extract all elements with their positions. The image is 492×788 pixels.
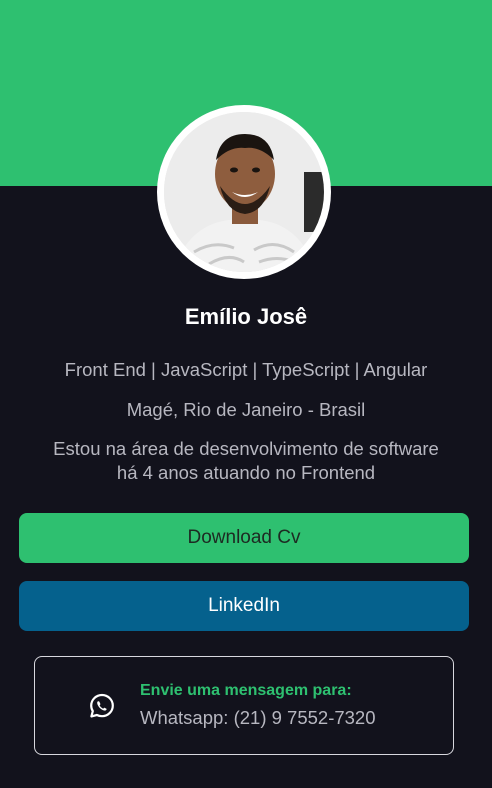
profile-bio-line-2: há 4 anos atuando no Frontend xyxy=(116,462,376,483)
profile-photo xyxy=(164,112,324,272)
profile-roles: Front End | JavaScript | TypeScript | An… xyxy=(64,359,428,380)
whatsapp-title: Envie uma mensagem para: xyxy=(140,682,352,699)
linkedin-button[interactable]: LinkedIn xyxy=(19,581,469,631)
profile-location: Magé, Rio de Janeiro - Brasil xyxy=(126,399,366,420)
profile-name: Emílio Josê xyxy=(184,304,308,329)
profile-bio: Estou na área de desenvolvimento de soft… xyxy=(0,437,492,485)
whatsapp-phone[interactable]: Whatsapp: (21) 9 7552-7320 xyxy=(140,707,376,729)
avatar xyxy=(157,105,331,279)
whatsapp-icon xyxy=(88,692,116,720)
download-cv-button[interactable]: Download Cv xyxy=(19,513,469,563)
whatsapp-contact-card[interactable]: Envie uma mensagem para: Whatsapp: (21) … xyxy=(34,656,454,755)
profile-bio-line-1: Estou na área de desenvolvimento de soft… xyxy=(53,438,439,459)
